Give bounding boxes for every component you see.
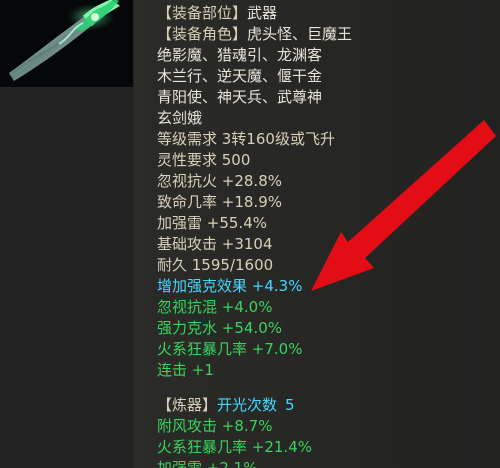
- water-restrain-line: 强力克水 +54.0%: [157, 319, 282, 337]
- open-light-value: 5: [285, 396, 295, 414]
- wind-attack-line: 附风攻击 +8.7%: [157, 417, 273, 435]
- equipment-slot-label: 【装备部位】: [157, 4, 248, 22]
- item-icon-box: [0, 0, 133, 87]
- refine-label: 【炼器】: [157, 396, 218, 414]
- refine-header-line: 【炼器】开光次数 5: [157, 395, 295, 415]
- equipment-roles-line-2: 绝影魔、猎魂引、龙渊客: [157, 46, 323, 64]
- fire-crit-rate-line: 火系狂暴几率 +7.0%: [157, 340, 303, 358]
- thunder-boost-line: 加强雷 +55.4%: [157, 214, 267, 232]
- combo-line: 连击 +1: [157, 361, 214, 379]
- equipment-roles-line-5: 玄剑娥: [157, 109, 203, 127]
- equipment-roles-label: 【装备角色】: [157, 25, 248, 43]
- equipment-roles-line-1: 【装备角色】虎头怪、巨魔王: [157, 24, 352, 44]
- restrain-effect-line: 增加强克效果 +4.3%: [157, 277, 303, 295]
- base-attack-line: 基础攻击 +3104: [157, 235, 273, 253]
- equipment-slot-value: 武器: [247, 4, 278, 22]
- open-light-label: 开光次数: [217, 396, 278, 414]
- refine-thunder-boost-line: 加强雷 +2.1%: [157, 459, 258, 468]
- equipment-roles-line-3: 木兰行、逆天魔、偃干金: [157, 67, 323, 85]
- ignore-confuse-line: 忽视抗混 +4.0%: [157, 298, 273, 316]
- equipment-roles-value-1: 虎头怪、巨魔王: [247, 25, 353, 43]
- refine-fire-crit-rate-line: 火系狂暴几率 +21.4%: [157, 438, 312, 456]
- ignore-fire-resist-line: 忽视抗火 +28.8%: [157, 172, 282, 190]
- spirit-requirement-line: 灵性要求 500: [157, 151, 251, 169]
- equipment-roles-line-4: 青阳使、神天兵、武尊神: [157, 88, 323, 106]
- durability-line: 耐久 1595/1600: [157, 256, 274, 274]
- level-requirement-line: 等级需求 3转160级或飞升: [157, 130, 335, 148]
- item-tooltip-screen: ........ 【装备部位】武器 【装备角色】虎头怪、巨魔王 绝影魔、猎魂引、…: [0, 0, 500, 468]
- crit-rate-line: 致命几率 +18.9%: [157, 193, 282, 211]
- equipment-slot-line: 【装备部位】武器: [157, 3, 277, 23]
- sword-item-icon: [0, 0, 133, 87]
